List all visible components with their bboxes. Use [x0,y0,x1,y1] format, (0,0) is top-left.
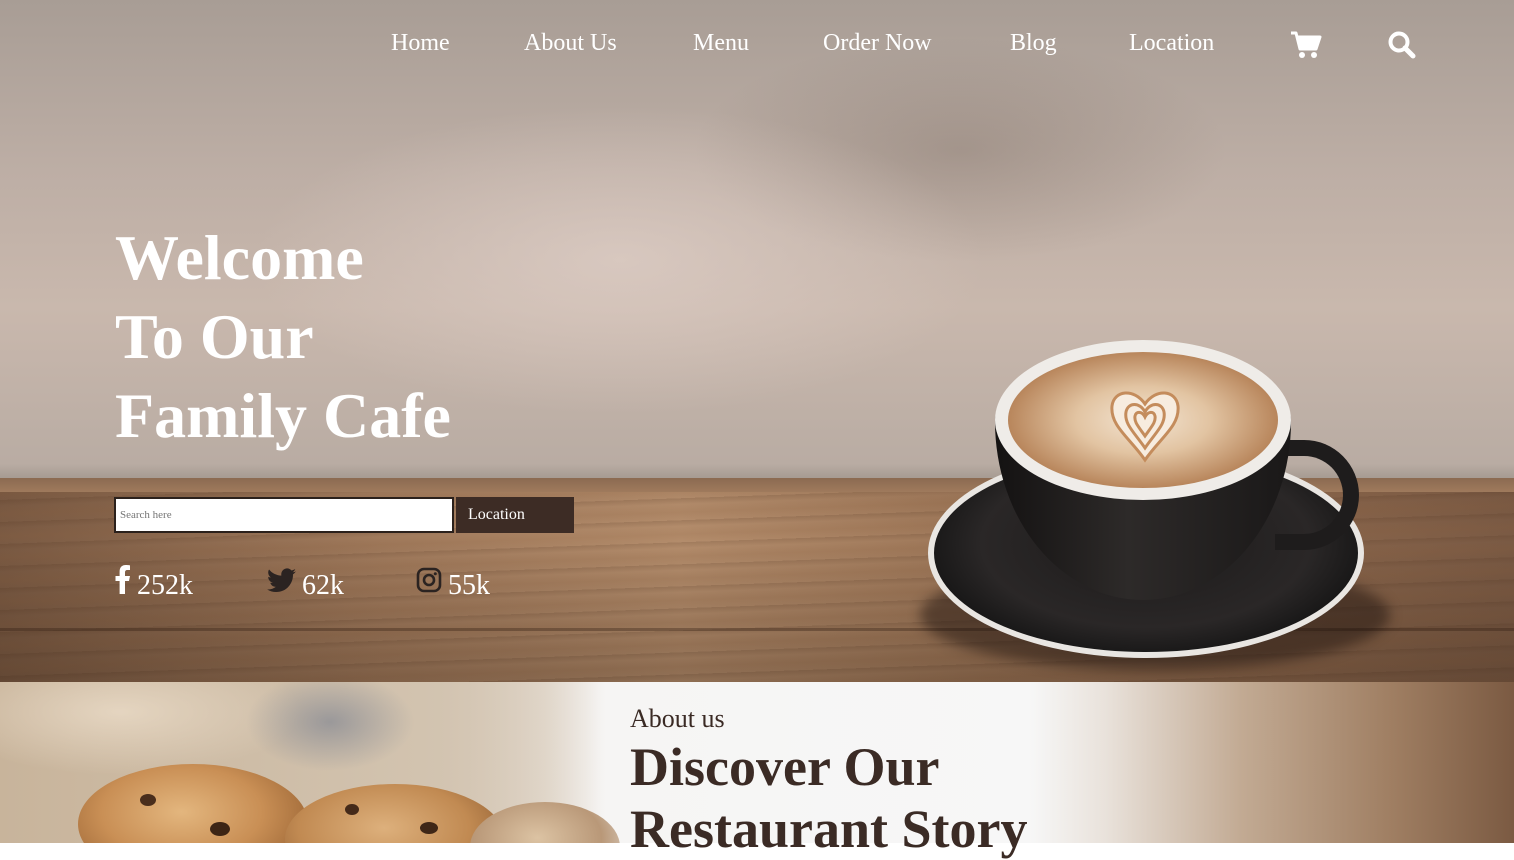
nav-home[interactable]: Home [391,30,450,57]
about-title-line: Restaurant Story [630,799,1028,859]
facebook-icon [115,565,130,594]
instagram-icon [416,567,442,593]
search-bar: Location [114,497,574,533]
search-icon[interactable] [1385,28,1419,62]
instagram-count: 55k [448,570,490,601]
nav-menu[interactable]: Menu [693,30,749,57]
chocolate-chip [140,794,156,806]
about-label: About us [630,704,725,733]
social-instagram[interactable]: 55k [416,564,490,602]
hero-title: Welcome To Our Family Cafe [115,218,451,455]
chocolate-chip [420,822,438,834]
main-nav: Home About Us Menu Order Now Blog Locati… [0,30,1514,64]
chocolate-chip [345,804,359,815]
hero-title-line: Welcome [115,222,364,293]
twitter-count: 62k [302,570,344,601]
twitter-icon [267,568,296,592]
hero-title-line: To Our [115,301,314,372]
cart-icon[interactable] [1289,28,1323,62]
nav-about-us[interactable]: About Us [524,30,617,57]
social-twitter[interactable]: 62k [267,564,344,602]
latte-art-heart [1110,391,1180,463]
search-input[interactable] [114,497,454,533]
location-button[interactable]: Location [456,497,574,533]
about-title: Discover Our Restaurant Story [630,736,1027,860]
social-facebook[interactable]: 252k [114,564,193,602]
nav-order-now[interactable]: Order Now [823,30,932,57]
nav-location[interactable]: Location [1129,30,1214,57]
nav-blog[interactable]: Blog [1010,30,1057,57]
facebook-count: 252k [137,570,193,601]
chocolate-chip [210,822,230,836]
hero-section: Home About Us Menu Order Now Blog Locati… [0,0,1514,682]
about-title-line: Discover Our [630,737,940,797]
hero-title-line: Family Cafe [115,380,451,451]
